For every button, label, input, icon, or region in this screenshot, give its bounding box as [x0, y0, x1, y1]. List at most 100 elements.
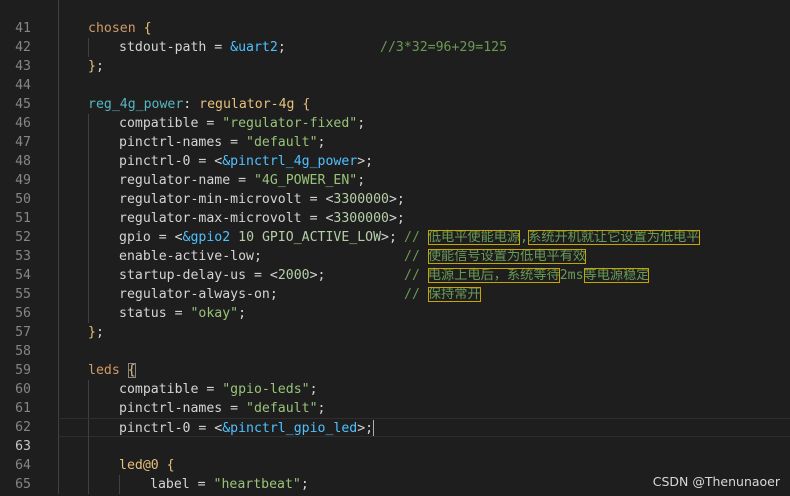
property: label — [150, 477, 190, 492]
code-content[interactable]: pinctrl-names = "default"; — [58, 399, 790, 418]
comment: //3*32=96+29=125 — [380, 40, 508, 55]
property: stdout-path — [119, 40, 207, 55]
indent-guide — [88, 456, 89, 475]
node-name: regulator-4g — [199, 97, 295, 112]
code-line[interactable]: 43 stdout-path = &uart2; //3*32=96+29=12… — [0, 38, 790, 74]
indent-guide — [58, 475, 59, 494]
code-content[interactable]: leds { — [58, 361, 790, 380]
code-line[interactable]: 59 — [0, 342, 790, 378]
indent-guide — [58, 247, 59, 266]
indent-guide — [88, 171, 89, 190]
code-line[interactable]: 55 startup-delay-us = <2000>; // 电源上电后，系… — [0, 266, 790, 302]
comment-marker: // — [404, 230, 420, 245]
code-content[interactable]: compatible = "gpio-leds"; — [58, 380, 790, 399]
code-content[interactable]: regulator-always-on; // 保持常开 — [58, 285, 790, 304]
code-content[interactable]: chosen { — [58, 19, 790, 38]
highlighted-comment: 使能信号设置为低电平有效 — [427, 249, 587, 264]
string-value: "default" — [246, 135, 318, 150]
code-line[interactable]: 51 regulator-min-microvolt = <3300000>; — [0, 190, 790, 226]
property: regulator-name — [119, 173, 231, 188]
code-content[interactable]: compatible = "regulator-fixed"; — [58, 114, 790, 133]
indent-guide — [58, 0, 59, 19]
code-content[interactable]: startup-delay-us = <2000>; // 电源上电后，系统等待… — [58, 266, 790, 285]
indent-guide — [58, 114, 59, 133]
indent-guide — [88, 304, 89, 323]
code-line[interactable]: 47 compatible = "regulator-fixed"; — [0, 114, 790, 150]
property: regulator-always-on — [119, 287, 270, 302]
code-content[interactable]: gpio = <&gpio2 10 GPIO_ACTIVE_LOW>; // 低… — [58, 228, 790, 247]
indent-guide — [88, 133, 89, 152]
code-content[interactable]: }; — [58, 57, 790, 76]
code-line[interactable]: 46 reg_4g_power: regulator-4g { — [0, 95, 790, 131]
indent-guide — [58, 304, 59, 323]
property: enable-active-low — [119, 249, 254, 264]
highlighted-comment: 等电源稳定 — [583, 268, 650, 283]
equals: = — [206, 40, 231, 55]
code-line[interactable]: 49 pinctrl-0 = <&pinctrl_4g_power>; — [0, 152, 790, 188]
code-content[interactable]: regulator-name = "4G_POWER_EN"; — [58, 171, 790, 190]
code-content[interactable]: reg_4g_power: regulator-4g { — [58, 95, 790, 114]
code-editor[interactable]: 41 42 chosen { 43 stdout-path = &uart2; … — [0, 0, 790, 496]
code-content[interactable] — [58, 437, 790, 456]
code-content[interactable]: pinctrl-0 = <&pinctrl_gpio_led>; — [58, 418, 790, 438]
code-content[interactable]: enable-active-low; // 使能信号设置为低电平有效 — [58, 247, 790, 266]
comment-separator: , — [520, 230, 529, 245]
string-value: "gpio-leds" — [222, 382, 310, 397]
highlighted-comment: 系统开机就让它设置为低电平 — [528, 230, 700, 245]
code-content[interactable]: regulator-min-microvolt = <3300000>; — [58, 190, 790, 209]
string-value: "heartbeat" — [213, 477, 301, 492]
code-line[interactable]: 60 leds { — [0, 361, 790, 397]
code-content[interactable]: regulator-max-microvolt = <3300000>; — [58, 209, 790, 228]
code-line[interactable]: 41 — [0, 0, 790, 36]
code-content[interactable] — [58, 342, 790, 361]
code-line[interactable]: 52 regulator-max-microvolt = <3300000>; — [0, 209, 790, 245]
code-content[interactable]: pinctrl-names = "default"; — [58, 133, 790, 152]
property: pinctrl-names — [119, 135, 223, 150]
code-line[interactable]: 42 chosen { — [0, 19, 790, 55]
property: gpio — [119, 230, 151, 245]
node-name: led@0 — [119, 458, 159, 473]
property: startup-delay-us — [119, 268, 247, 283]
highlighted-comment: 低电平使能电源 — [427, 230, 521, 245]
code-line[interactable]: 53 gpio = <&gpio2 10 GPIO_ACTIVE_LOW>; /… — [0, 228, 790, 264]
string-value: "4G_POWER_EN" — [253, 173, 358, 188]
code-line[interactable]: 58 }; — [0, 323, 790, 359]
code-line[interactable]: 54 enable-active-low; // 使能信号设置为低电平有效 — [0, 247, 790, 283]
indent-guide — [58, 133, 59, 152]
phandle-ref: &pinctrl_gpio_led — [222, 421, 358, 436]
watermark: CSDN @Thenunaoer — [652, 474, 780, 489]
code-line[interactable]: 45 — [0, 76, 790, 112]
brace: } — [88, 325, 96, 340]
code-line[interactable]: 65 led@0 { — [0, 456, 790, 492]
indent-guide — [58, 285, 59, 304]
code-line[interactable]: 57 status = "okay"; — [0, 304, 790, 340]
code-content[interactable]: pinctrl-0 = <&pinctrl_4g_power>; — [58, 152, 790, 171]
code-line[interactable]: 44 }; — [0, 57, 790, 93]
indent-guide — [119, 475, 120, 494]
code-content[interactable] — [58, 76, 790, 95]
indent-guide — [58, 361, 59, 380]
code-line[interactable]: 50 regulator-name = "4G_POWER_EN"; — [0, 171, 790, 207]
indent-guide — [88, 419, 89, 438]
code-content[interactable] — [58, 0, 790, 19]
string-value: "default" — [246, 401, 318, 416]
property: compatible — [119, 116, 199, 131]
code-content[interactable]: status = "okay"; — [58, 304, 790, 323]
brace: { — [158, 458, 175, 473]
code-line-current[interactable]: 63 pinctrl-0 = <&pinctrl_gpio_led>; — [0, 418, 790, 454]
code-content[interactable]: }; — [58, 323, 790, 342]
code-line[interactable]: 48 pinctrl-names = "default"; — [0, 133, 790, 169]
code-line[interactable]: 64 — [0, 437, 790, 473]
indent-guide — [58, 456, 59, 475]
code-content[interactable]: led@0 { — [58, 456, 790, 475]
indent-guide — [58, 209, 59, 228]
property: pinctrl-names — [119, 401, 223, 416]
code-line[interactable]: 56 regulator-always-on; // 保持常开 — [0, 285, 790, 321]
code-line[interactable]: 62 pinctrl-names = "default"; — [0, 399, 790, 435]
indent-guide — [88, 380, 89, 399]
code-line[interactable]: 61 compatible = "gpio-leds"; — [0, 380, 790, 416]
phandle-ref: &pinctrl_4g_power — [222, 154, 358, 169]
gpio-args: 10 GPIO_ACTIVE_LOW — [238, 230, 382, 245]
code-content[interactable]: stdout-path = &uart2; //3*32=96+29=125 — [58, 38, 790, 57]
phandle-ref: &uart2 — [230, 40, 278, 55]
